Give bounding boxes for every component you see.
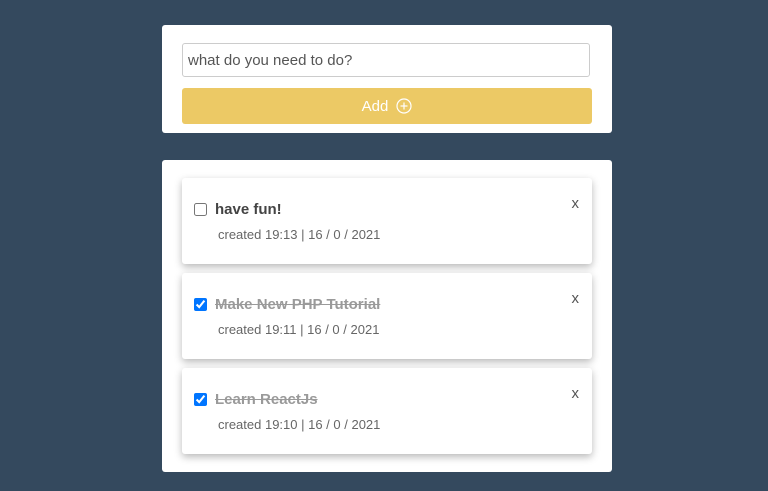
- todo-checkbox[interactable]: [194, 203, 207, 216]
- todo-checkbox[interactable]: [194, 393, 207, 406]
- todo-title: Learn ReactJs: [215, 391, 318, 408]
- todo-created-date: created 19:11 | 16 / 0 / 2021: [218, 322, 380, 337]
- todo-item: Learn ReactJs created 19:10 | 16 / 0 / 2…: [182, 368, 592, 454]
- add-todo-card: Add: [162, 25, 612, 133]
- delete-todo-button[interactable]: x: [572, 385, 580, 402]
- todo-checkbox[interactable]: [194, 298, 207, 311]
- todo-title: have fun!: [215, 201, 282, 218]
- delete-todo-button[interactable]: x: [572, 290, 580, 307]
- todo-item: have fun! created 19:13 | 16 / 0 / 2021 …: [182, 178, 592, 264]
- todo-list-card: have fun! created 19:13 | 16 / 0 / 2021 …: [162, 160, 612, 472]
- add-button-label: Add: [361, 97, 389, 115]
- delete-todo-button[interactable]: x: [572, 195, 580, 212]
- todo-item: Make New PHP Tutorial created 19:11 | 16…: [182, 273, 592, 359]
- add-button[interactable]: Add: [182, 88, 592, 124]
- plus-circle-icon: [396, 98, 412, 114]
- todo-created-date: created 19:10 | 16 / 0 / 2021: [218, 417, 381, 432]
- todo-created-date: created 19:13 | 16 / 0 / 2021: [218, 227, 381, 242]
- todo-title: Make New PHP Tutorial: [215, 296, 381, 313]
- todo-input[interactable]: [182, 43, 590, 77]
